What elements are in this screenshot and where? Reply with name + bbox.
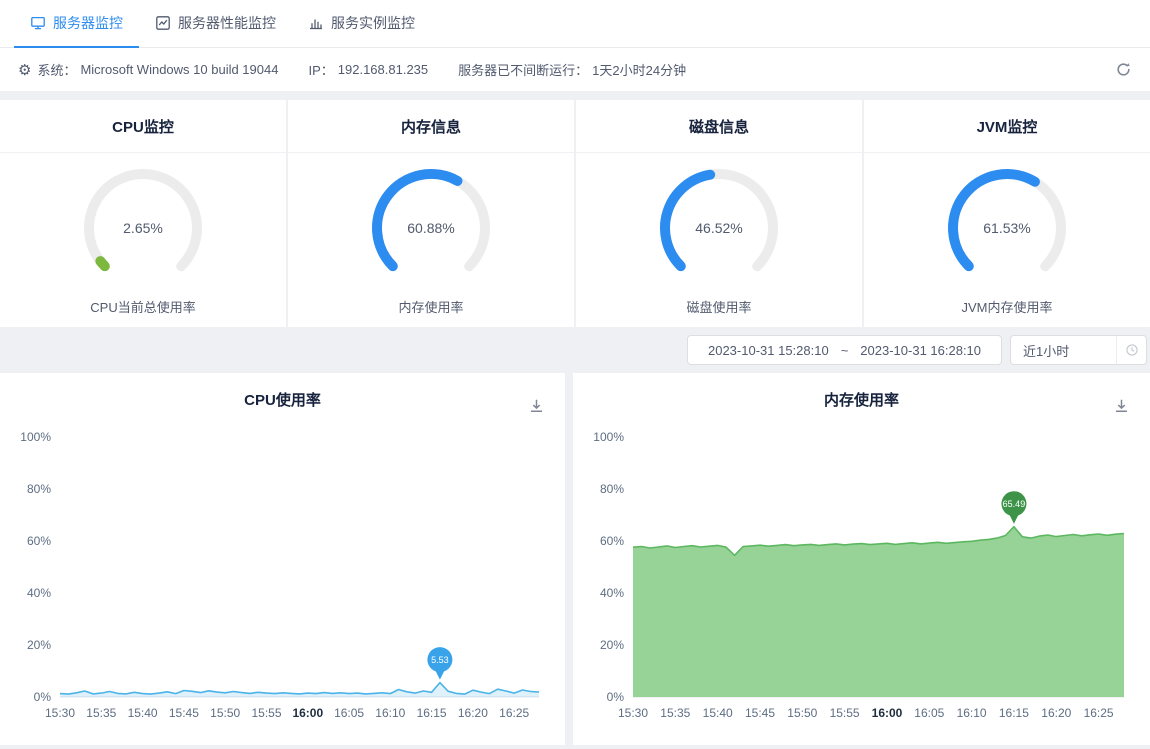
svg-text:80%: 80%	[27, 482, 51, 496]
jvm-gauge-card: JVM监控 61.53% JVM内存使用率	[864, 100, 1150, 327]
svg-text:16:10: 16:10	[957, 706, 987, 720]
svg-text:16:20: 16:20	[1041, 706, 1071, 720]
svg-text:15:45: 15:45	[745, 706, 775, 720]
cpu-usage-chart: 0% 20% 40% 60% 80% 100% 15:30 15:35 15:40 15:45 15…	[10, 421, 555, 739]
svg-text:16:05: 16:05	[334, 706, 364, 720]
range-separator: ~	[841, 343, 849, 358]
card-title: JVM监控	[864, 100, 1150, 153]
range-end: 2023-10-31 16:28:10	[860, 343, 981, 358]
gauge-value: 46.52%	[644, 155, 794, 301]
quick-range-label: 近1小时	[1023, 341, 1069, 360]
svg-text:16:00: 16:00	[872, 706, 903, 720]
svg-text:16:15: 16:15	[417, 706, 447, 720]
uptime-info: 服务器已不间断运行： 1天2小时24分钟	[458, 60, 686, 79]
memory-gauge-card: 内存信息 60.88% 内存使用率	[288, 100, 574, 327]
cpu-gauge: 2.65%	[68, 155, 218, 301]
card-title: 内存信息	[288, 100, 574, 153]
svg-text:15:30: 15:30	[45, 706, 75, 720]
svg-text:16:05: 16:05	[914, 706, 944, 720]
line-chart-icon	[155, 15, 171, 31]
tabs-bar: 服务器监控 服务器性能监控 服务实例监控	[0, 0, 1150, 48]
tab-label: 服务器监控	[53, 13, 123, 33]
card-title: CPU监控	[0, 100, 286, 153]
gauges-row: CPU监控 2.65% CPU当前总使用率 内存信息 60.88% 内存使用率 …	[0, 100, 1150, 327]
svg-text:5.53: 5.53	[431, 655, 449, 665]
memory-usage-chart: 0% 20% 40% 60% 80% 100% 15:30 15:35 15:40 15:45 15…	[583, 421, 1140, 739]
server-info-bar: ⚙ 系统： Microsoft Windows 10 build 19044 I…	[0, 48, 1150, 91]
download-icon[interactable]	[528, 397, 545, 419]
svg-text:15:40: 15:40	[703, 706, 733, 720]
svg-text:15:40: 15:40	[128, 706, 158, 720]
cpu-usage-chart-card: CPU使用率 0% 20% 40% 60% 80% 100% 15:30 15:35 15:40…	[0, 373, 565, 745]
svg-text:15:55: 15:55	[251, 706, 281, 720]
svg-text:15:35: 15:35	[660, 706, 690, 720]
jvm-gauge: 61.53%	[932, 155, 1082, 301]
svg-text:100%: 100%	[20, 430, 51, 444]
range-start: 2023-10-31 15:28:10	[708, 343, 829, 358]
svg-text:16:25: 16:25	[1084, 706, 1114, 720]
svg-text:15:50: 15:50	[210, 706, 240, 720]
uptime-label: 服务器已不间断运行：	[458, 60, 588, 79]
disk-gauge-card: 磁盘信息 46.52% 磁盘使用率	[576, 100, 862, 327]
tab-service-instance-monitor[interactable]: 服务实例监控	[292, 0, 431, 48]
ip-label: IP：	[308, 60, 333, 79]
memory-usage-chart-card: 内存使用率 0% 20% 40% 60% 80% 100% 15:30 15:35 15:40 1…	[573, 373, 1150, 745]
svg-text:16:20: 16:20	[458, 706, 488, 720]
svg-text:0%: 0%	[34, 690, 52, 704]
svg-text:15:45: 15:45	[169, 706, 199, 720]
disk-gauge: 46.52%	[644, 155, 794, 301]
system-label: 系统：	[37, 60, 76, 79]
svg-text:60%: 60%	[600, 534, 624, 548]
svg-text:0%: 0%	[607, 690, 625, 704]
chart-title: CPU使用率	[0, 389, 565, 421]
ip-value: 192.168.81.235	[338, 62, 428, 77]
svg-text:16:15: 16:15	[999, 706, 1029, 720]
filter-row: 2023-10-31 15:28:10 ~ 2023-10-31 16:28:1…	[0, 327, 1150, 373]
gauge-value: 2.65%	[68, 155, 218, 301]
tab-label: 服务实例监控	[331, 13, 415, 33]
uptime-value: 1天2小时24分钟	[592, 60, 686, 79]
svg-text:16:10: 16:10	[375, 706, 405, 720]
svg-text:16:00: 16:00	[292, 706, 323, 720]
memory-gauge: 60.88%	[356, 155, 506, 301]
tab-server-monitor[interactable]: 服务器监控	[14, 0, 139, 48]
svg-text:15:35: 15:35	[86, 706, 116, 720]
tab-label: 服务器性能监控	[178, 13, 276, 33]
svg-text:65.49: 65.49	[1003, 499, 1026, 509]
gauge-value: 60.88%	[356, 155, 506, 301]
system-info: 系统： Microsoft Windows 10 build 19044	[37, 60, 278, 79]
gauge-value: 61.53%	[932, 155, 1082, 301]
bar-chart-icon	[308, 15, 324, 31]
svg-text:16:25: 16:25	[499, 706, 529, 720]
gear-icon: ⚙	[18, 61, 31, 79]
cpu-gauge-card: CPU监控 2.65% CPU当前总使用率	[0, 100, 286, 327]
svg-text:20%: 20%	[27, 638, 51, 652]
download-icon[interactable]	[1113, 397, 1130, 419]
svg-text:40%: 40%	[27, 586, 51, 600]
ip-info: IP： 192.168.81.235	[308, 60, 428, 79]
tab-server-performance-monitor[interactable]: 服务器性能监控	[139, 0, 292, 48]
svg-text:15:55: 15:55	[830, 706, 860, 720]
monitor-icon	[30, 15, 46, 31]
svg-text:20%: 20%	[600, 638, 624, 652]
date-range-input[interactable]: 2023-10-31 15:28:10 ~ 2023-10-31 16:28:1…	[687, 335, 1002, 365]
clock-icon	[1116, 336, 1146, 364]
svg-text:15:50: 15:50	[787, 706, 817, 720]
quick-range-select[interactable]: 近1小时	[1010, 335, 1147, 365]
svg-text:100%: 100%	[593, 430, 624, 444]
svg-text:40%: 40%	[600, 586, 624, 600]
system-value: Microsoft Windows 10 build 19044	[80, 62, 278, 77]
charts-row: CPU使用率 0% 20% 40% 60% 80% 100% 15:30 15:35 15:40…	[0, 373, 1150, 745]
refresh-button[interactable]	[1115, 61, 1132, 78]
svg-text:60%: 60%	[27, 534, 51, 548]
svg-text:80%: 80%	[600, 482, 624, 496]
svg-text:15:30: 15:30	[618, 706, 648, 720]
card-title: 磁盘信息	[576, 100, 862, 153]
chart-title: 内存使用率	[573, 389, 1150, 421]
